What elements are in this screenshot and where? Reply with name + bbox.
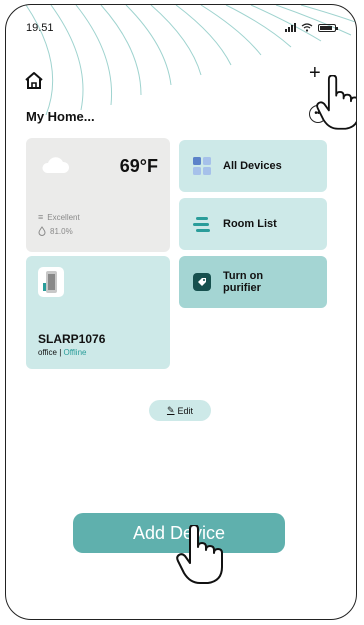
device-card[interactable]: SLARP1076 office | Offline <box>26 256 170 369</box>
grid-icon <box>193 157 211 175</box>
weather-card[interactable]: 69°F ≡ Excellent 81.0% <box>26 138 170 252</box>
status-icons <box>285 23 338 32</box>
pointer-hand-icon <box>316 75 356 130</box>
all-devices-label: All Devices <box>223 160 282 172</box>
turn-on-purifier-button[interactable]: Turn on purifier <box>179 256 327 308</box>
humidity-icon <box>38 226 46 236</box>
air-purifier-icon <box>38 267 64 297</box>
status-time: 19.51 <box>26 22 54 34</box>
humidity: 81.0% <box>38 226 73 236</box>
air-quality-icon: ≡ <box>38 212 44 222</box>
home-icon[interactable] <box>24 71 44 91</box>
turn-on-purifier-label: Turn on purifier <box>223 270 264 294</box>
device-offline-status: Offline <box>63 348 87 357</box>
device-status: office | Offline <box>38 348 86 357</box>
temperature-value: 69°F <box>119 156 158 176</box>
wifi-icon <box>301 23 313 32</box>
device-name: SLARP1076 <box>38 332 106 346</box>
list-icon <box>193 217 210 232</box>
pointer-hand-icon <box>176 525 223 584</box>
edit-label: Edit <box>177 405 194 416</box>
cloud-icon <box>42 157 70 173</box>
status-bar: 19.51 <box>26 22 338 36</box>
signal-icon <box>285 23 296 32</box>
home-title: My Home... <box>26 109 95 124</box>
pencil-icon: ✎ <box>166 405 175 415</box>
battery-icon <box>318 23 338 32</box>
air-quality-label: Excellent <box>47 212 80 222</box>
tag-icon <box>193 273 211 291</box>
room-list-button[interactable]: Room List <box>179 198 327 250</box>
phone-frame: 19.51 + My Home... ••• 69°F ≡ Excellent <box>5 4 357 620</box>
device-room: office | <box>38 348 64 357</box>
all-devices-button[interactable]: All Devices <box>179 140 327 192</box>
air-quality: ≡ Excellent <box>38 212 80 222</box>
humidity-value: 81.0% <box>50 226 73 236</box>
room-list-label: Room List <box>223 218 277 230</box>
edit-button[interactable]: ✎ Edit <box>149 400 211 421</box>
